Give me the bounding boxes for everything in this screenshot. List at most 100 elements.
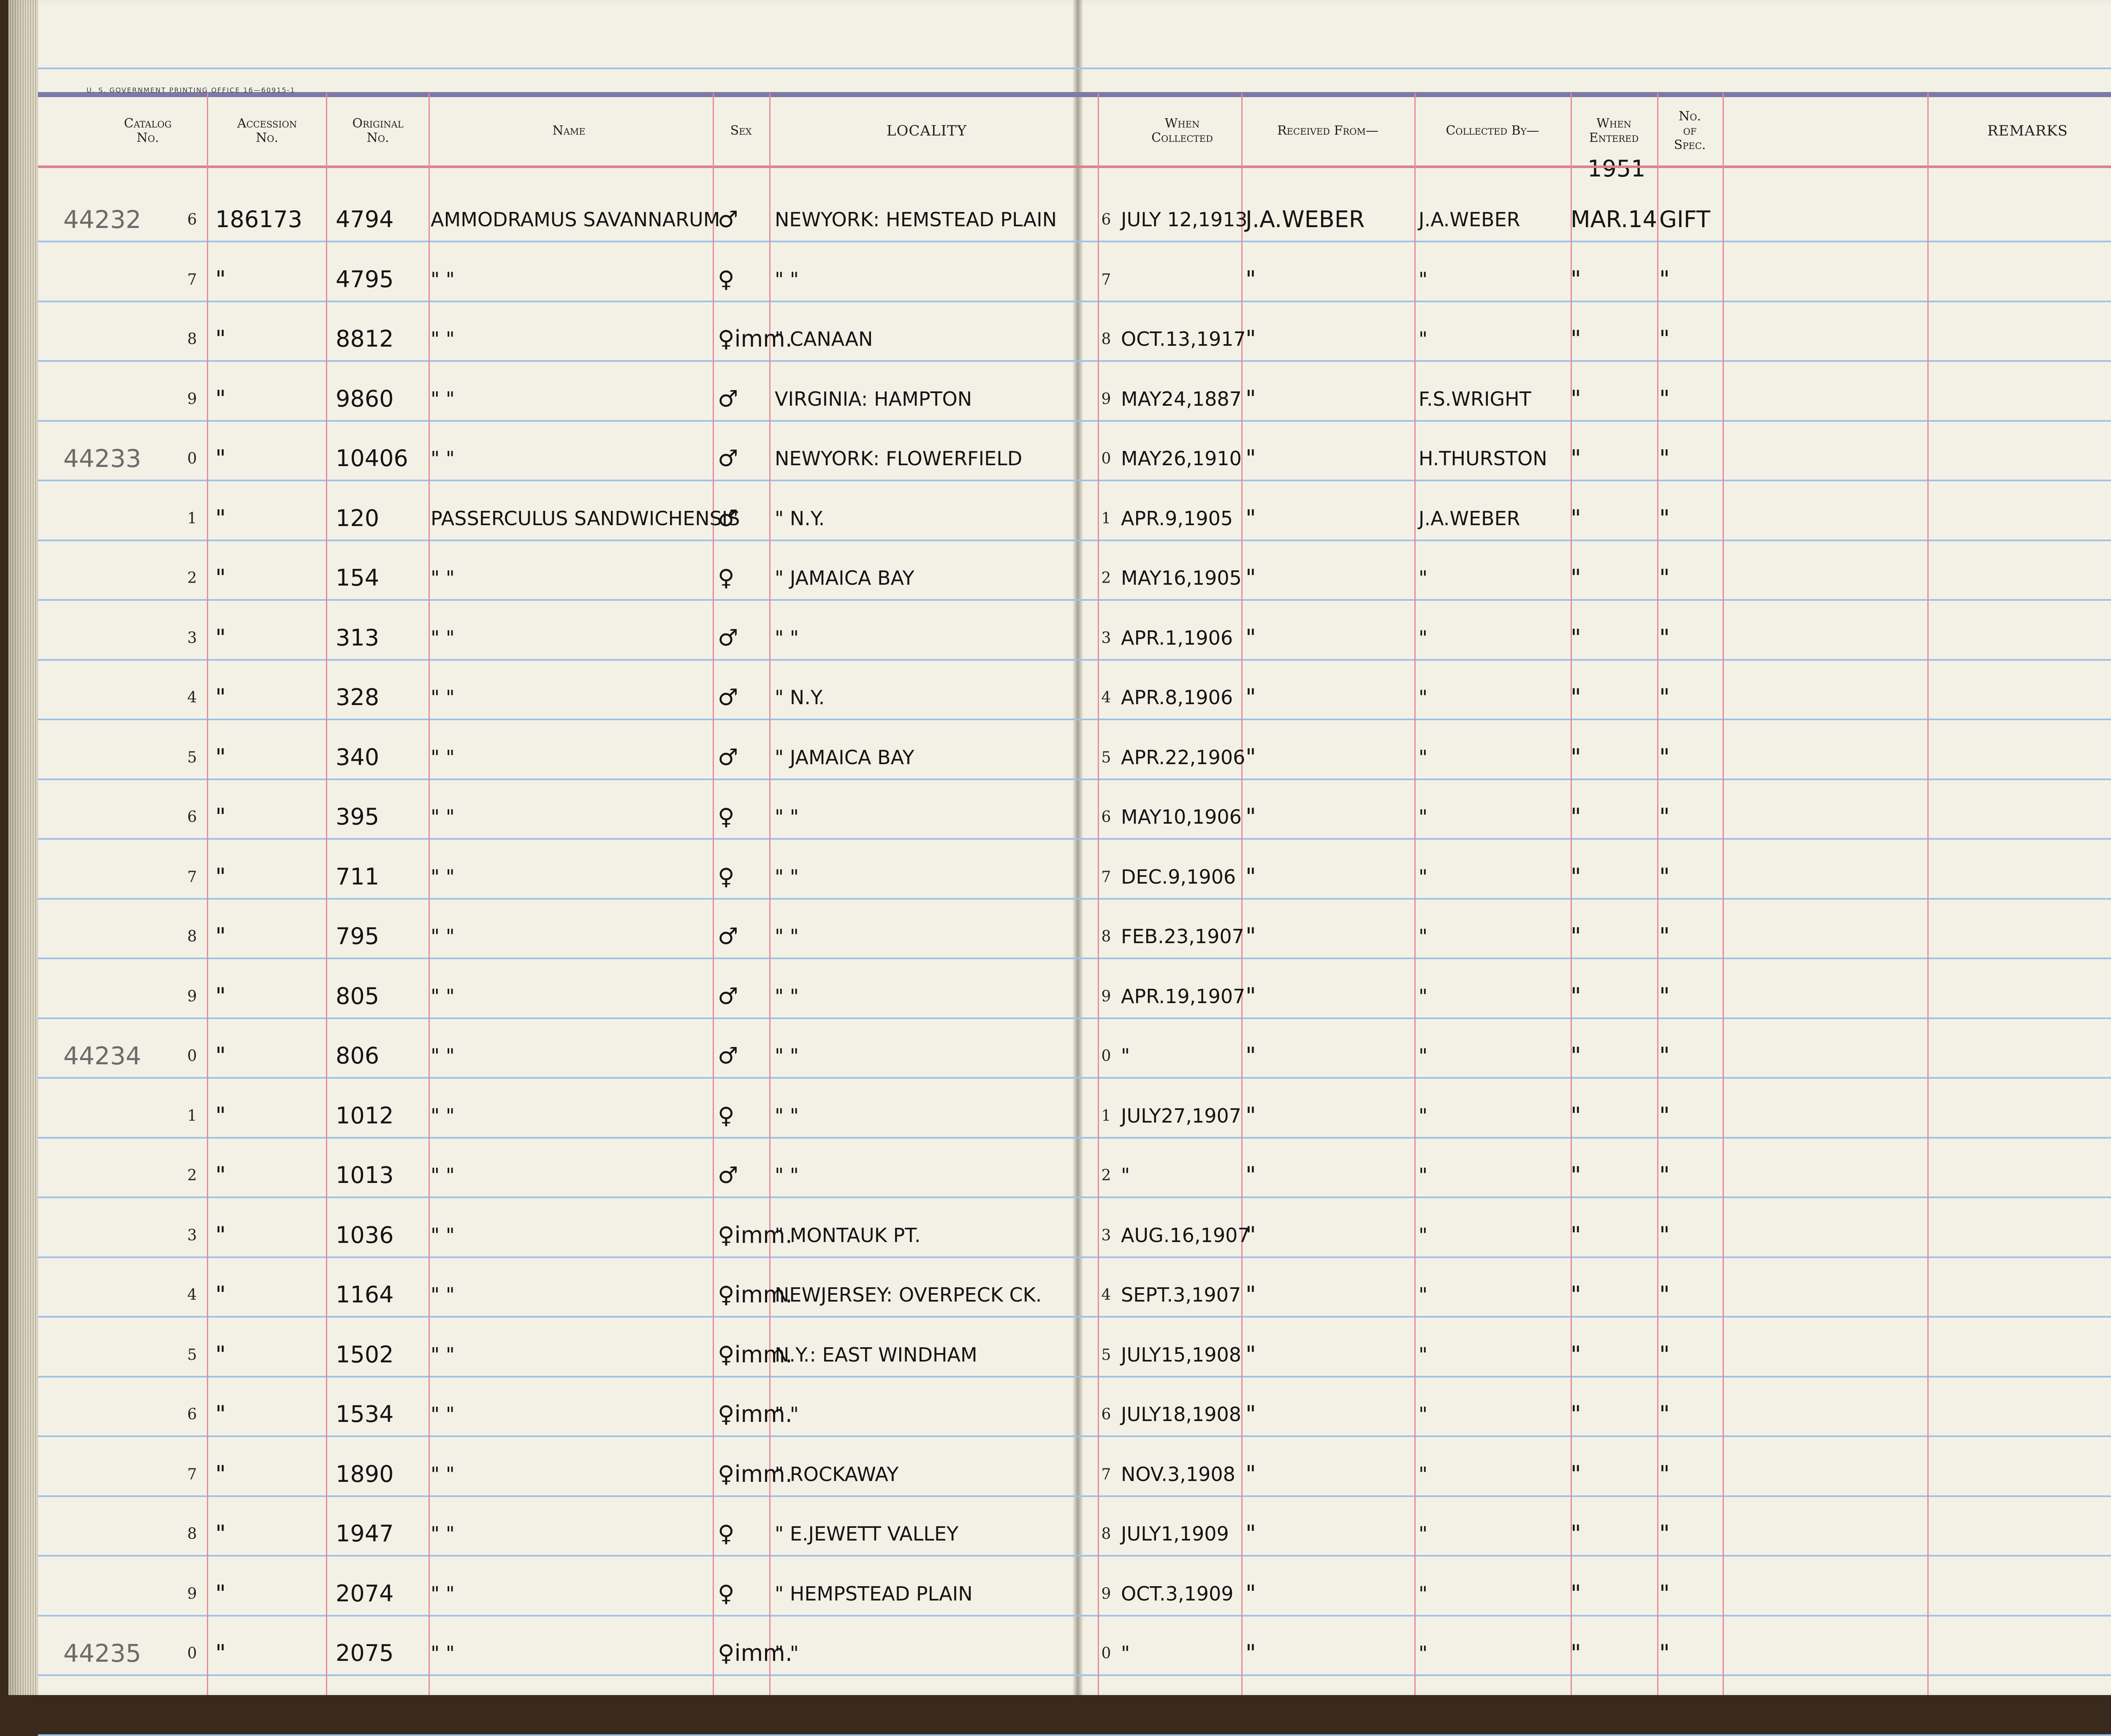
no-of-spec: " [1659,684,1670,711]
row-number-right: 4 [1101,1286,1111,1304]
no-of-spec: " [1659,385,1670,412]
species-name: " " [431,1463,455,1486]
header-when-entered: When Entered [1589,116,1639,145]
locality: " JAMAICA BAY [775,567,914,589]
when-entered: " [1571,624,1581,651]
no-of-spec: " [1659,505,1670,532]
received-from: " [1245,1461,1256,1487]
row-number: 8 [187,1525,197,1543]
accession-no: " [215,1520,226,1547]
when-entered: MAR.14 [1571,206,1658,233]
locality: " " [775,806,799,828]
locality: " N.Y. [775,507,825,530]
ruled-line [38,1615,2111,1617]
column-rule [326,93,327,1695]
page-edges [8,0,38,1695]
locality: " " [775,1044,799,1067]
when-collected: OCT.3,1909 [1121,1582,1234,1605]
accession-no: " [215,1401,226,1427]
locality: " N.Y. [775,686,825,709]
when-entered: " [1571,863,1581,890]
ruled-line [38,659,2111,661]
species-name: " " [431,1044,455,1067]
collected-by: " [1419,1463,1428,1486]
received-from: " [1245,266,1256,293]
collected-by: J.A.WEBER [1419,507,1520,530]
row-number: 0 [187,450,197,467]
row-number-right: 1 [1101,1107,1111,1125]
collected-by: J.A.WEBER [1419,208,1520,231]
sex: ♂ [718,206,738,233]
accession-no: " [215,1640,226,1666]
column-rule [713,93,714,1695]
sex: ♂ [718,1162,738,1188]
received-from: " [1245,803,1256,830]
collected-by: " [1419,1343,1428,1366]
original-no: 2074 [336,1580,394,1607]
collected-by: " [1419,567,1428,589]
row-number-right: 3 [1101,1227,1111,1244]
sex: ♂ [718,1042,738,1069]
original-no: 1947 [336,1520,394,1547]
received-from: " [1245,684,1256,711]
row-number: 5 [187,749,197,766]
column-rule [1927,93,1929,1695]
header-when-collected: When Collected [1151,116,1213,145]
when-entered: " [1571,1222,1581,1248]
species-name: " " [431,1283,455,1306]
row-number-right: 8 [1101,928,1111,945]
collected-by: " [1419,746,1428,769]
received-from: " [1245,983,1256,1009]
species-name: " " [431,627,455,649]
ruled-line [38,599,2111,601]
row-number-right: 6 [1101,211,1111,228]
species-name: " " [431,686,455,709]
when-entered: " [1571,1341,1581,1368]
ruled-line [38,1435,2111,1437]
ruled-line [38,1137,2111,1139]
row-number: 3 [187,629,197,647]
sex: ♂ [718,744,738,770]
ruled-line [38,1495,2111,1497]
no-of-spec: " [1659,803,1670,830]
collected-by: " [1419,1403,1428,1426]
locality: " CANAAN [775,328,873,350]
row-number-right: 0 [1101,1645,1111,1662]
when-collected: JULY1,1909 [1121,1522,1229,1545]
received-from: " [1245,1640,1256,1666]
received-from: " [1245,624,1256,651]
no-of-spec: " [1659,326,1670,352]
no-of-spec: " [1659,983,1670,1009]
ruled-line [38,898,2111,900]
sex: ♀ [718,1580,735,1607]
row-number-right: 3 [1101,629,1111,647]
species-name: " " [431,328,455,350]
when-entered: " [1571,564,1581,591]
row-number: 0 [187,1047,197,1065]
original-no: 340 [336,744,380,770]
row-number-right: 2 [1101,570,1111,587]
no-of-spec: " [1659,266,1670,293]
row-number-right: 6 [1101,1406,1111,1423]
header-remarks: REMARKS [1987,122,2068,139]
species-name: " " [431,268,455,291]
accession-no: " [215,1042,226,1069]
locality: " " [775,985,799,1008]
species-name: " " [431,1522,455,1545]
when-entered: " [1571,445,1581,472]
received-from: " [1245,1341,1256,1368]
locality: NEWJERSEY: OVERPECK CK. [775,1283,1042,1306]
original-no: 154 [336,564,380,591]
header-collected-by: Collected By— [1446,123,1539,138]
species-name: " " [431,985,455,1008]
ruled-line [38,360,2111,362]
no-of-spec: GIFT [1659,206,1710,233]
when-collected: OCT.13,1917 [1121,328,1246,350]
accession-no: " [215,1222,226,1248]
ruled-line [38,1077,2111,1079]
accession-no: " [215,983,226,1009]
accession-no: " [215,326,226,352]
row-number: 7 [187,868,197,886]
locality: " ROCKAWAY [775,1463,899,1486]
species-name: " " [431,1582,455,1605]
